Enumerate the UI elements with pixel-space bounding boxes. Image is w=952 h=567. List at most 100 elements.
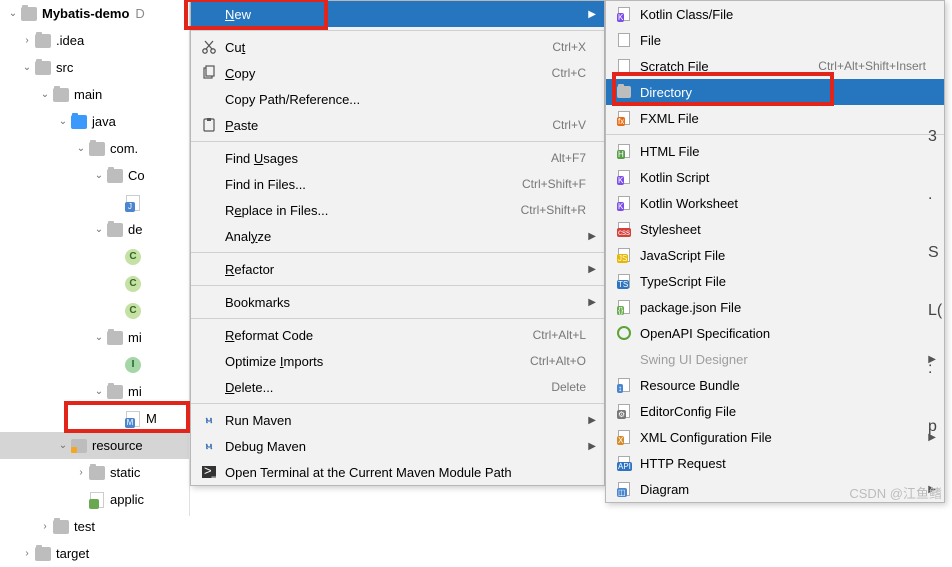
tree-item[interactable]: ⌄mi [0,378,189,405]
menu-item-label: Directory [640,85,926,100]
tree-item[interactable] [0,189,189,216]
tree-item[interactable]: ⌄resource [0,432,189,459]
tree-item[interactable]: ⌄src [0,54,189,81]
tree-item[interactable]: C [0,243,189,270]
tree-item[interactable]: ›target [0,540,189,567]
menu-item-diagram[interactable]: ◫ Diagram▶ [606,476,944,502]
menu-item-label: Find Usages [225,151,551,166]
menu-item-label: Reformat Code [225,328,533,343]
tree-item[interactable]: I [0,351,189,378]
menu-item-shortcut: Ctrl+V [552,118,586,132]
menu-item-fxml-file[interactable]: fx FXML File [606,105,944,131]
menu-item-bookmarks[interactable]: Bookmarks▶ [191,289,604,315]
menu-item-debug-maven[interactable]: ⲙDebug Maven▶ [191,433,604,459]
menu-item-shortcut: Ctrl+Alt+L [533,328,586,342]
fxml-icon: fx [614,110,634,126]
rb-icon: ↕ [614,377,634,393]
menu-item-new[interactable]: New▶ [191,1,604,27]
project-tree[interactable]: ⌄ Mybatis-demo D ›.idea⌄src⌄main⌄java⌄co… [0,0,190,516]
menu-item-javascript-file[interactable]: JSJavaScript File [606,242,944,268]
menu-item-find-in-files-[interactable]: Find in Files...Ctrl+Shift+F [191,171,604,197]
menu-item-xml-configuration-file[interactable]: XXML Configuration File▶ [606,424,944,450]
folder-grey-icon [52,86,70,104]
menu-item-package-json-file[interactable]: {}package.json File [606,294,944,320]
tree-item[interactable]: ⌄java [0,108,189,135]
menu-item-label: Kotlin Script [640,170,926,185]
blank-icon [614,351,634,367]
menu-item-refactor[interactable]: Refactor▶ [191,256,604,282]
folder-grey-icon [106,221,124,239]
menu-item-optimize-imports[interactable]: Optimize ImportsCtrl+Alt+O [191,348,604,374]
menu-item-label: Replace in Files... [225,203,521,218]
tree-item[interactable]: ⌄Co [0,162,189,189]
tree-item[interactable]: M [0,405,189,432]
tree-item[interactable]: ⌄main [0,81,189,108]
tree-item-label: mi [128,330,142,345]
tree-item[interactable]: ⌄mi [0,324,189,351]
menu-item-swing-ui-designer[interactable]: Swing UI Designer▶ [606,346,944,372]
menu-item-stylesheet[interactable]: cssStylesheet [606,216,944,242]
menu-item-openapi-specification[interactable]: OpenAPI Specification [606,320,944,346]
menu-item-label: JavaScript File [640,248,926,263]
menu-separator [191,403,604,404]
menu-item-run-maven[interactable]: ⲙRun Maven▶ [191,407,604,433]
menu-item-shortcut: Ctrl+X [552,40,586,54]
circle-c-icon: C [124,302,142,320]
context-menu[interactable]: New▶ CutCtrl+XCopyCtrl+CCopy Path/Referen… [190,0,605,486]
menu-item-replace-in-files-[interactable]: Replace in Files...Ctrl+Shift+R [191,197,604,223]
tree-item[interactable]: ›static [0,459,189,486]
tree-item[interactable]: ⌄de [0,216,189,243]
menu-item-label: Find in Files... [225,177,522,192]
chevron-icon: ⌄ [56,440,70,451]
menu-item-reformat-code[interactable]: Reformat CodeCtrl+Alt+L [191,322,604,348]
ec-icon: ⚙ [614,403,634,419]
menu-separator [191,30,604,31]
menu-item-editorconfig-file[interactable]: ⚙EditorConfig File [606,398,944,424]
copy-icon [199,65,219,81]
tree-item[interactable]: ›test [0,513,189,540]
diag-icon: ◫ [614,481,634,497]
menu-item-copy-path-reference-[interactable]: Copy Path/Reference... [191,86,604,112]
tree-item[interactable]: ⌄com. [0,135,189,162]
tree-item[interactable]: ›.idea [0,27,189,54]
api-icon [614,325,634,341]
menu-item-typescript-file[interactable]: TSTypeScript File [606,268,944,294]
menu-item-delete-[interactable]: Delete...Delete [191,374,604,400]
menu-item-kotlin-class-file[interactable]: KKotlin Class/File [606,1,944,27]
menu-item-label: Diagram [640,482,926,497]
tree-root[interactable]: ⌄ Mybatis-demo D [0,0,189,27]
submenu-arrow-icon: ▶ [928,484,936,495]
menu-item-copy[interactable]: CopyCtrl+C [191,60,604,86]
tree-item-label: static [110,465,140,480]
menu-item-analyze[interactable]: Analyze▶ [191,223,604,249]
menu-item-shortcut: Ctrl+Shift+R [521,203,586,217]
menu-item-resource-bundle[interactable]: ↕ Resource Bundle [606,372,944,398]
ts-icon: TS [614,273,634,289]
menu-item-http-request[interactable]: APIHTTP Request [606,450,944,476]
folder-grey-icon [34,32,52,50]
menu-item-scratch-file[interactable]: Scratch FileCtrl+Alt+Shift+Insert [606,53,944,79]
menu-item-kotlin-script[interactable]: K Kotlin Script [606,164,944,190]
mfile-icon [124,410,142,428]
menu-item-label: Resource Bundle [640,378,926,393]
tree-item[interactable]: applic [0,486,189,513]
menu-item-label: FXML File [640,111,926,126]
http-icon: API [614,455,634,471]
menu-item-cut[interactable]: CutCtrl+X [191,34,604,60]
new-submenu[interactable]: KKotlin Class/FileFileScratch FileCtrl+A… [605,0,945,503]
menu-item-kotlin-worksheet[interactable]: KKotlin Worksheet [606,190,944,216]
menu-item-find-usages[interactable]: Find UsagesAlt+F7 [191,145,604,171]
menu-item-directory[interactable]: Directory [606,79,944,105]
chevron-icon: ⌄ [20,62,34,73]
menu-item-paste[interactable]: PasteCtrl+V [191,112,604,138]
tree-item[interactable]: C [0,297,189,324]
chevron-icon: ⌄ [38,89,52,100]
menu-item-file[interactable]: File [606,27,944,53]
kotlin-icon: K [614,169,634,185]
menu-item-open-terminal-at-the-current-maven-module-path[interactable]: >_Open Terminal at the Current Maven Mod… [191,459,604,485]
blank-icon [199,91,219,107]
tree-item-label: mi [128,384,142,399]
menu-item-label: Scratch File [640,59,818,74]
tree-item[interactable]: C [0,270,189,297]
menu-item-html-file[interactable]: HHTML File [606,138,944,164]
